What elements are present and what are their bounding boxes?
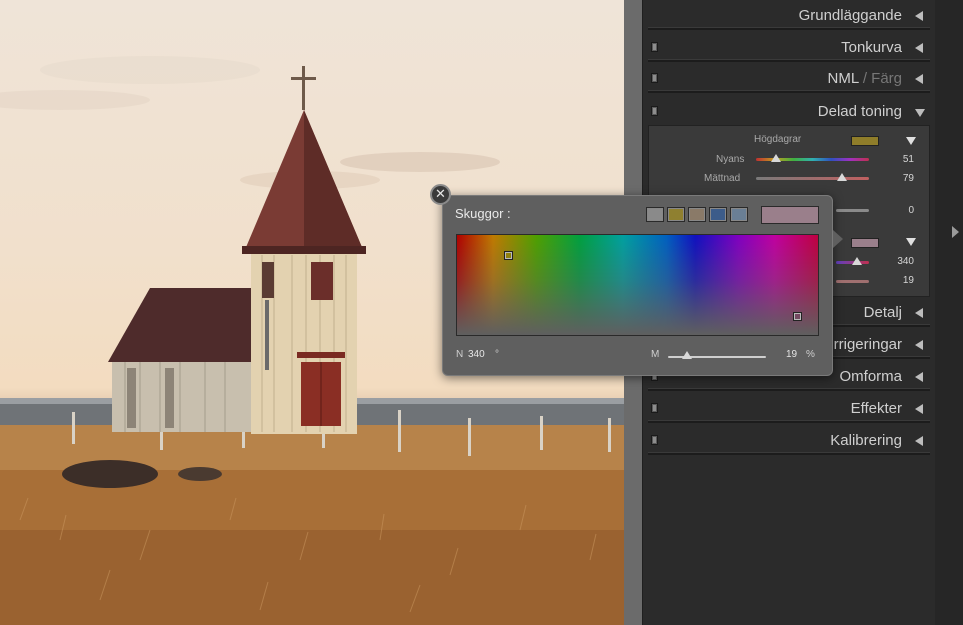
section-delad-toning[interactable]: Delad toning (648, 98, 930, 126)
section-divider (648, 59, 930, 62)
preset-swatch-1[interactable] (646, 207, 664, 222)
shadows-hue-value[interactable]: 340 (884, 256, 914, 267)
highlights-label: Högdagrar (754, 134, 802, 145)
sat-unit: % (806, 349, 815, 360)
hue-slider-thumb[interactable] (771, 154, 781, 162)
saturation-label: Mättnad (704, 173, 741, 184)
highlights-color-swatch[interactable] (851, 136, 879, 146)
balance-value[interactable]: 0 (884, 205, 914, 216)
section-divider (648, 420, 930, 423)
panel-edge[interactable] (935, 0, 963, 625)
hue-label: Nyans (716, 154, 745, 165)
section-divider (648, 90, 930, 93)
collapse-triangle-icon[interactable] (915, 340, 923, 350)
preset-swatch-2[interactable] (667, 207, 685, 222)
close-icon[interactable]: ✕ (430, 184, 451, 205)
shadows-saturation-slider[interactable] (836, 280, 869, 283)
hsl-tab[interactable]: NML (828, 70, 859, 87)
section-divider (648, 388, 930, 391)
section-title[interactable]: Tonkurva (841, 39, 902, 56)
section-title[interactable]: Grundläggande (799, 7, 902, 24)
preset-swatch-3[interactable] (688, 207, 706, 222)
section-title[interactable]: Delad toning (818, 103, 902, 120)
section-nml-farg[interactable]: NML / Färg (648, 65, 930, 93)
popup-title: Skuggor : (455, 206, 511, 221)
section-title[interactable]: Detalj (864, 304, 902, 321)
collapse-triangle-icon[interactable] (915, 404, 923, 414)
section-title[interactable]: rrigeringar (834, 336, 902, 353)
section-title[interactable]: Kalibrering (830, 432, 902, 449)
hue-field-label: N (456, 349, 464, 360)
saturation-value[interactable]: 79 (884, 173, 914, 184)
tab-separator: / (862, 70, 867, 87)
section-toggle-switch[interactable] (651, 403, 658, 413)
section-effekter[interactable]: Effekter (648, 395, 930, 423)
collapse-triangle-icon[interactable] (915, 372, 923, 382)
collapse-triangle-icon[interactable] (915, 308, 923, 318)
section-divider (648, 452, 930, 455)
highlights-marker[interactable] (504, 251, 513, 260)
shadows-color-swatch[interactable] (851, 238, 879, 248)
section-grundlaggande[interactable]: Grundläggande (648, 2, 930, 30)
section-title[interactable]: NML / Färg (828, 70, 902, 87)
saturation-slider[interactable] (756, 177, 869, 180)
expand-triangle-icon[interactable] (915, 109, 925, 117)
sat-field-label: M (651, 349, 660, 360)
saturation-slider-thumb[interactable] (837, 173, 847, 181)
current-color-swatch (761, 206, 819, 224)
collapse-triangle-icon[interactable] (915, 74, 923, 84)
shadows-dropdown-icon[interactable] (906, 238, 916, 246)
expand-arrow-icon[interactable] (952, 226, 959, 238)
preset-swatch-4[interactable] (709, 207, 727, 222)
collapse-triangle-icon[interactable] (915, 436, 923, 446)
sat-slider-thumb[interactable] (681, 351, 692, 359)
color-tab[interactable]: Färg (871, 70, 902, 87)
section-title[interactable]: Effekter (851, 400, 902, 417)
shadows-hue-slider-thumb[interactable] (852, 257, 862, 265)
sat-field-value[interactable]: 19 (786, 349, 797, 360)
section-toggle-switch[interactable] (651, 42, 658, 52)
section-tonkurva[interactable]: Tonkurva (648, 34, 930, 62)
section-toggle-switch[interactable] (651, 435, 658, 445)
color-spectrum-field[interactable] (456, 234, 819, 336)
section-kalibrering[interactable]: Kalibrering (648, 427, 930, 455)
section-toggle-switch[interactable] (651, 106, 658, 116)
shadows-marker[interactable] (793, 312, 802, 321)
popup-pointer (833, 230, 843, 248)
hue-value[interactable]: 51 (884, 154, 914, 165)
hue-field-value[interactable]: 340 (468, 349, 485, 360)
section-toggle-switch[interactable] (651, 73, 658, 83)
shadows-saturation-value[interactable]: 19 (884, 275, 914, 286)
section-divider (648, 27, 930, 30)
collapse-triangle-icon[interactable] (915, 43, 923, 53)
collapse-triangle-icon[interactable] (915, 11, 923, 21)
section-title[interactable]: Omforma (839, 368, 902, 385)
preset-swatch-5[interactable] (730, 207, 748, 222)
hue-unit: ° (495, 349, 499, 360)
highlights-dropdown-icon[interactable] (906, 137, 916, 145)
balance-slider[interactable] (836, 209, 869, 212)
